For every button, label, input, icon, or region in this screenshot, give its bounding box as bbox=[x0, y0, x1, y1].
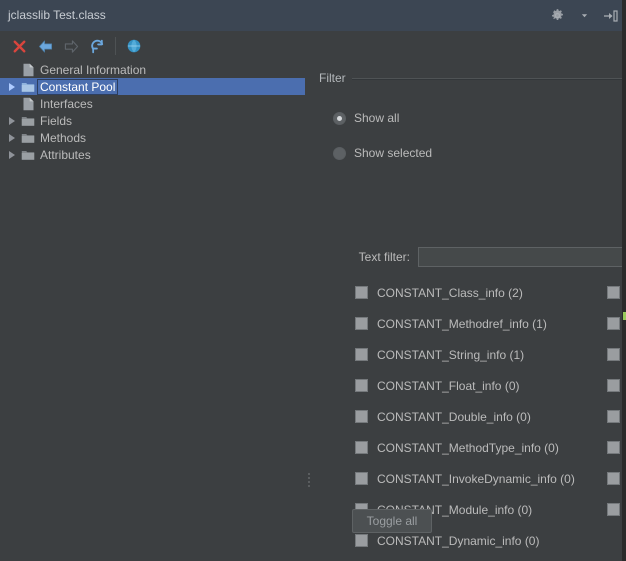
constant-checkbox[interactable] bbox=[355, 410, 368, 423]
tree-item-label: Attributes bbox=[40, 147, 91, 162]
toggle-all-button[interactable]: Toggle all bbox=[352, 509, 432, 533]
toggle-all-row: Toggle all bbox=[314, 509, 626, 533]
tree-item-methods[interactable]: Methods bbox=[0, 129, 305, 146]
constant-label: CONSTANT_Methodref_info (1) bbox=[377, 316, 547, 331]
constant-checkbox[interactable] bbox=[355, 534, 368, 547]
constant-checkbox-secondary[interactable] bbox=[607, 348, 620, 361]
constant-checkbox-secondary[interactable] bbox=[607, 286, 620, 299]
constant-row[interactable]: CONSTANT_MethodType_info (0) bbox=[314, 432, 626, 463]
text-filter-label: Text filter: bbox=[358, 250, 410, 264]
constant-checkbox-secondary[interactable] bbox=[607, 379, 620, 392]
radio-indicator bbox=[333, 146, 346, 160]
tree-toggle-attributes[interactable] bbox=[4, 147, 20, 163]
refresh-icon[interactable] bbox=[84, 34, 110, 58]
constant-checkbox-secondary[interactable] bbox=[607, 410, 620, 423]
text-filter-row: Text filter: bbox=[314, 247, 626, 267]
filter-title: Filter bbox=[319, 71, 346, 85]
hide-icon[interactable] bbox=[602, 7, 620, 25]
constant-checkbox[interactable] bbox=[355, 379, 368, 392]
constant-row[interactable]: CONSTANT_Float_info (0) bbox=[314, 370, 626, 401]
radio-indicator bbox=[333, 111, 346, 125]
folder-icon bbox=[20, 147, 36, 163]
tree-item-label: Fields bbox=[40, 113, 73, 128]
chevron-down-icon[interactable] bbox=[575, 7, 593, 25]
radio-show-all[interactable]: Show all bbox=[333, 111, 399, 125]
constant-row[interactable]: CONSTANT_String_info (1) bbox=[314, 339, 626, 370]
folder-icon bbox=[20, 79, 36, 95]
tree-toggle-placeholder bbox=[4, 96, 20, 112]
file-icon bbox=[20, 96, 36, 112]
titlebar-actions bbox=[548, 0, 620, 31]
arrow-right-icon bbox=[58, 34, 84, 58]
constant-label: CONSTANT_InvokeDynamic_info (0) bbox=[377, 471, 575, 486]
constant-label: CONSTANT_MethodType_info (0) bbox=[377, 440, 559, 455]
tree-item-label: Methods bbox=[40, 130, 87, 145]
filter-panel: Filter Show all Show selected Text filte… bbox=[314, 61, 626, 561]
constant-row[interactable]: CONSTANT_Methodref_info (1) bbox=[314, 308, 626, 339]
filter-section-header: Filter bbox=[319, 71, 623, 85]
tree-toggle-constant-pool[interactable] bbox=[4, 79, 20, 95]
tree-toggle-methods[interactable] bbox=[4, 130, 20, 146]
constant-label: CONSTANT_String_info (1) bbox=[377, 347, 525, 362]
content-area: General Information Constant Pool Interf… bbox=[0, 61, 626, 561]
radio-label: Show selected bbox=[354, 146, 433, 160]
filter-divider bbox=[351, 77, 623, 80]
constant-row[interactable]: CONSTANT_InvokeDynamic_info (0) bbox=[314, 463, 626, 494]
constant-checkbox[interactable] bbox=[355, 441, 368, 454]
globe-icon[interactable] bbox=[121, 34, 147, 58]
constant-row[interactable]: CONSTANT_Class_info (2) bbox=[314, 277, 626, 308]
constant-label: CONSTANT_Dynamic_info (0) bbox=[377, 533, 540, 548]
constant-row[interactable]: CONSTANT_Double_info (0) bbox=[314, 401, 626, 432]
splitter-grip bbox=[308, 471, 311, 493]
gear-icon[interactable] bbox=[548, 7, 566, 25]
jclasslib-tool-window: jclasslib Test.class General Information… bbox=[0, 0, 626, 561]
tree-item-attributes[interactable]: Attributes bbox=[0, 146, 305, 163]
panel-splitter[interactable] bbox=[305, 61, 314, 561]
main-toolbar bbox=[0, 31, 626, 61]
file-icon bbox=[20, 62, 36, 78]
radio-label: Show all bbox=[354, 111, 400, 125]
ide-background-edge bbox=[622, 0, 626, 561]
constant-checkbox[interactable] bbox=[355, 472, 368, 485]
window-titlebar: jclasslib Test.class bbox=[0, 0, 626, 31]
chevron-right-icon bbox=[9, 116, 15, 125]
tree-item-interfaces[interactable]: Interfaces bbox=[0, 95, 305, 112]
constant-checkbox-secondary[interactable] bbox=[607, 441, 620, 454]
window-title: jclasslib Test.class bbox=[8, 8, 106, 22]
constant-checkbox-secondary[interactable] bbox=[607, 472, 620, 485]
tree-item-general-information[interactable]: General Information bbox=[0, 61, 305, 78]
constant-label: CONSTANT_Double_info (0) bbox=[377, 409, 531, 424]
chevron-right-icon bbox=[9, 133, 15, 142]
tree-item-fields[interactable]: Fields bbox=[0, 112, 305, 129]
text-filter-input[interactable] bbox=[418, 247, 626, 267]
folder-icon bbox=[20, 113, 36, 129]
toolbar-separator bbox=[115, 37, 116, 55]
class-structure-tree[interactable]: General Information Constant Pool Interf… bbox=[0, 61, 305, 561]
chevron-right-icon bbox=[9, 150, 15, 159]
constant-checkbox[interactable] bbox=[355, 348, 368, 361]
constant-checkbox[interactable] bbox=[355, 286, 368, 299]
tree-item-label: Interfaces bbox=[40, 96, 93, 111]
constant-label: CONSTANT_Class_info (2) bbox=[377, 285, 523, 300]
constant-checkbox-secondary[interactable] bbox=[607, 317, 620, 330]
tree-toggle-placeholder bbox=[4, 62, 20, 78]
constant-label: CONSTANT_Float_info (0) bbox=[377, 378, 520, 393]
close-x-icon[interactable] bbox=[6, 34, 32, 58]
folder-icon bbox=[20, 130, 36, 146]
tree-toggle-fields[interactable] bbox=[4, 113, 20, 129]
tree-item-label: Constant Pool bbox=[36, 78, 119, 95]
arrow-left-icon[interactable] bbox=[32, 34, 58, 58]
radio-show-selected[interactable]: Show selected bbox=[333, 146, 432, 160]
constant-checkbox[interactable] bbox=[355, 317, 368, 330]
tree-item-constant-pool[interactable]: Constant Pool bbox=[0, 78, 305, 95]
tree-item-label: General Information bbox=[40, 62, 147, 77]
chevron-right-icon bbox=[9, 82, 15, 91]
